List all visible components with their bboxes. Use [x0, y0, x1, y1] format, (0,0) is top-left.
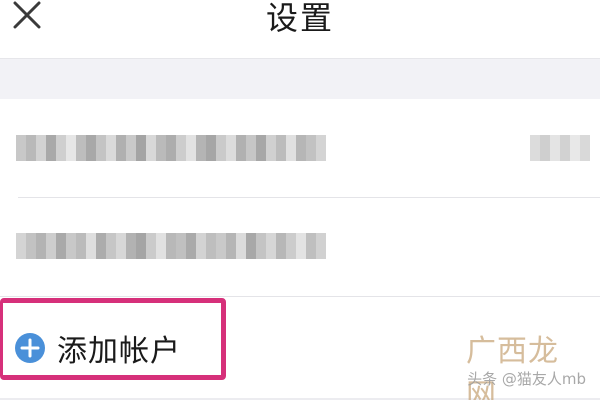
nav-bar: 设置 [0, 0, 600, 58]
section-gap [0, 58, 600, 100]
add-account-label: 添加帐户 [57, 334, 181, 369]
blurred-email [16, 233, 326, 259]
watermark: 广西龙网 头条 @猫友人mb [466, 326, 586, 400]
page-title: 设置 [265, 0, 334, 37]
plus-circle-icon [15, 333, 45, 363]
account-row-2[interactable] [0, 198, 600, 296]
blurred-email [16, 135, 326, 161]
account-row-1[interactable] [0, 99, 600, 197]
watermark-author: 头条 @猫友人mb [467, 370, 586, 388]
settings-screen: 设置 添加帐户 广西龙网 头条 @猫友人mb [0, 0, 600, 400]
blurred-status [530, 135, 590, 161]
